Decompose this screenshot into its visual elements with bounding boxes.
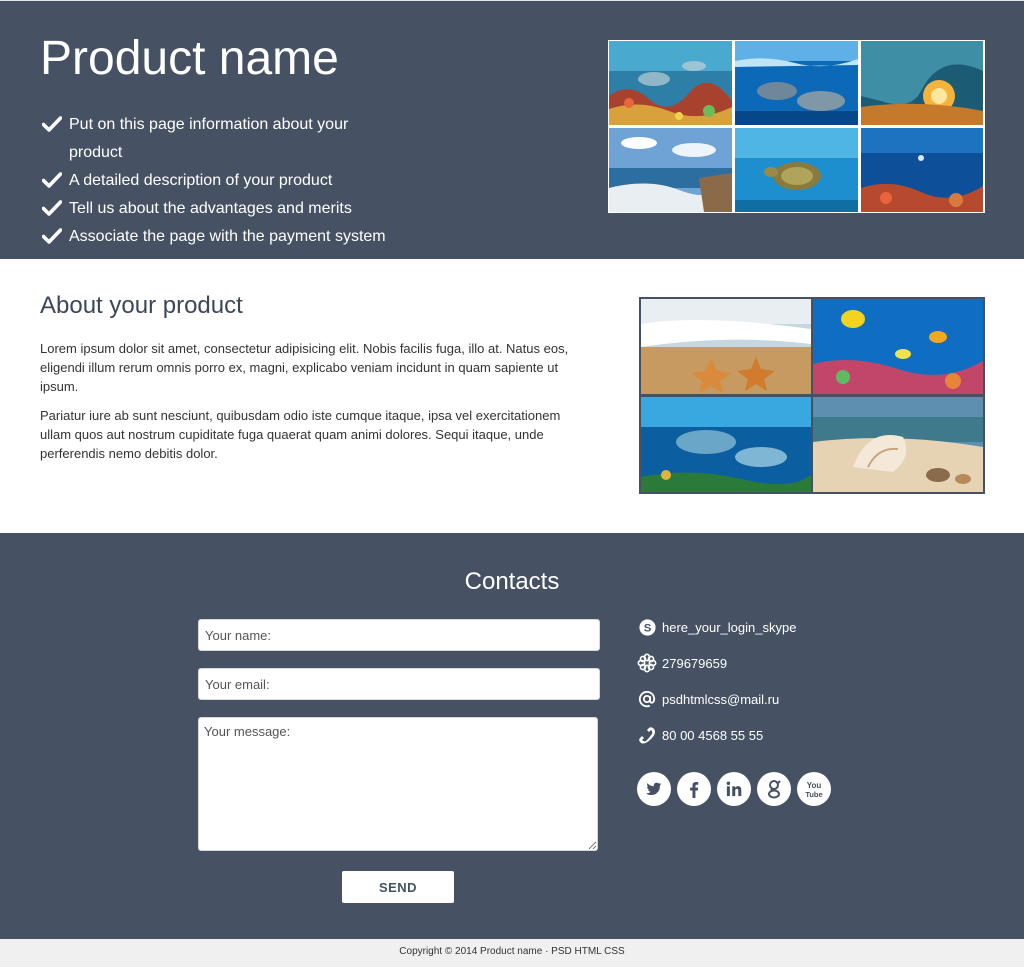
skype-text: here_your_login_skype <box>662 619 797 635</box>
google-button[interactable] <box>757 772 791 806</box>
check-icon <box>42 228 62 244</box>
gallery-image-dolphins-art[interactable] <box>641 397 811 492</box>
about-section: About your product Lorem ipsum dolor sit… <box>0 259 1024 533</box>
contacts-section: Contacts SEND S here_your_login_skype <box>0 533 1024 939</box>
footer: Copyright © 2014 Product name · PSD HTML… <box>0 939 1024 967</box>
product-title: Product name <box>40 32 339 85</box>
contacts-title: Contacts <box>464 568 560 595</box>
check-icon <box>42 200 62 216</box>
email-field[interactable] <box>198 668 600 700</box>
at-icon <box>637 689 657 709</box>
hero-section: Product name Put on this page informatio… <box>0 0 1024 259</box>
send-button[interactable]: SEND <box>342 871 454 903</box>
feature-text: Put on this page information about your … <box>69 116 349 161</box>
email-contact: psdhtmlcss@mail.ru <box>637 688 779 710</box>
linkedin-icon <box>726 781 742 797</box>
email-text[interactable]: psdhtmlcss@mail.ru <box>662 692 779 707</box>
svg-text:S: S <box>643 622 651 634</box>
youtube-icon: You Tube <box>805 781 822 799</box>
gallery-image-fish[interactable] <box>813 299 983 394</box>
twitter-icon <box>646 782 662 795</box>
name-field[interactable] <box>198 619 600 651</box>
phone-icon <box>637 725 657 745</box>
feature-item: A detailed description of your product <box>42 167 402 195</box>
icq-text: 279679659 <box>662 655 728 671</box>
check-icon <box>42 116 62 132</box>
icq-flower-icon <box>637 653 657 673</box>
about-paragraph: Pariatur iure ab sunt nesciunt, quibusda… <box>40 408 561 461</box>
about-text: Lorem ipsum dolor sit amet, consectetur … <box>40 339 570 473</box>
facebook-button[interactable] <box>677 772 711 806</box>
about-gallery <box>639 297 985 494</box>
feature-text: Associate the page with the payment syst… <box>69 228 386 245</box>
youtube-button[interactable]: You Tube <box>797 772 831 806</box>
hero-gallery <box>608 40 985 213</box>
feature-text: Tell us about the advantages and merits <box>69 200 352 217</box>
svg-text:Tube: Tube <box>805 790 822 799</box>
phone-contact: 80 00 4568 55 55 <box>637 724 763 746</box>
feature-item: Tell us about the advantages and merits <box>42 195 402 223</box>
about-title: About your product <box>40 292 243 319</box>
skype-icon: S <box>637 617 657 637</box>
feature-item: Associate the page with the payment syst… <box>42 223 402 251</box>
gallery-image-diver[interactable] <box>861 128 983 212</box>
about-paragraph: Lorem ipsum dolor sit amet, consectetur … <box>40 341 569 394</box>
gallery-image-turtle[interactable] <box>735 128 858 212</box>
check-icon <box>42 172 62 188</box>
gallery-image-dolphins[interactable] <box>735 41 858 125</box>
svg-text:You: You <box>807 781 822 790</box>
gallery-image-reef[interactable] <box>609 41 732 125</box>
gallery-image-shore[interactable] <box>609 128 732 212</box>
gallery-image-wave[interactable] <box>861 41 983 125</box>
message-field[interactable] <box>198 717 598 851</box>
gallery-image-shells[interactable] <box>813 397 983 492</box>
icq-contact: 279679659 <box>637 652 727 674</box>
phone-text: 80 00 4568 55 55 <box>662 727 764 743</box>
gallery-image-starfish[interactable] <box>641 299 811 394</box>
feature-item: Put on this page information about your … <box>42 111 402 167</box>
feature-list: Put on this page information about your … <box>42 111 402 251</box>
copyright-text: Copyright © 2014 Product name · PSD HTML… <box>399 946 625 957</box>
linkedin-button[interactable] <box>717 772 751 806</box>
feature-text: A detailed description of your product <box>69 172 333 189</box>
google-icon <box>768 780 781 799</box>
twitter-button[interactable] <box>637 772 671 806</box>
skype-contact: S here_your_login_skype <box>637 616 796 638</box>
facebook-icon <box>690 781 699 798</box>
social-links: You Tube <box>637 772 837 806</box>
